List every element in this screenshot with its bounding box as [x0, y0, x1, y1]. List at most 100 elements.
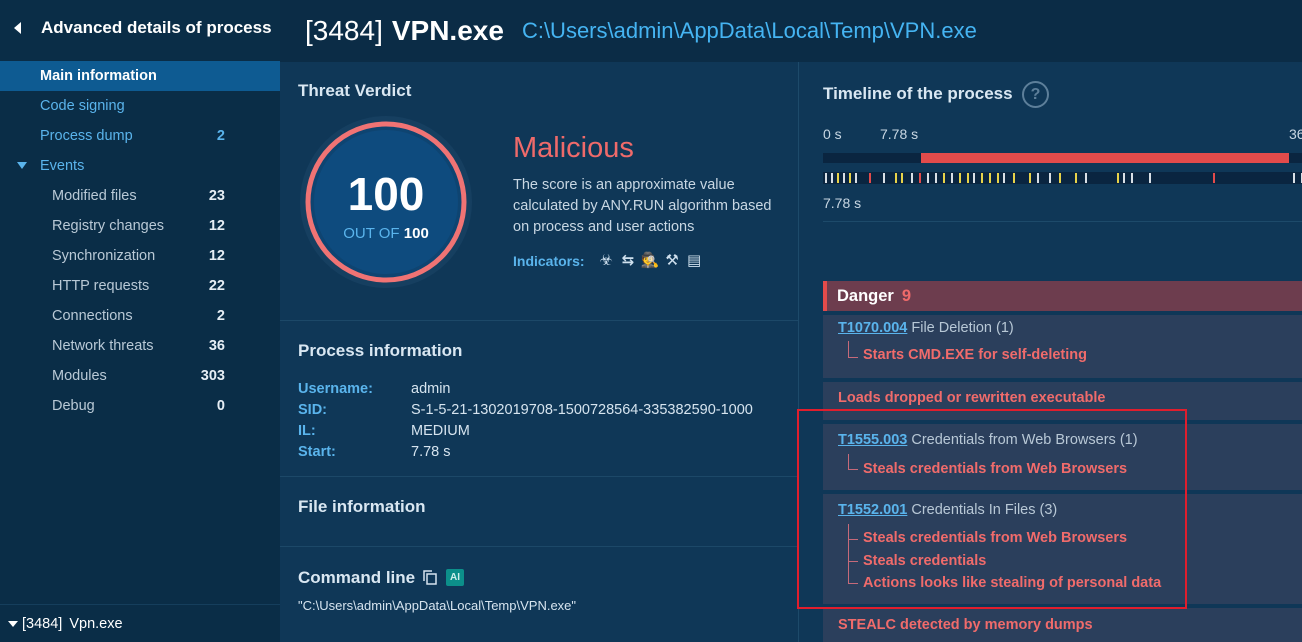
- sidebar: Advanced details of process Main informa…: [0, 0, 280, 642]
- header-process-name: VPN.exe: [391, 15, 504, 46]
- chevron-down-icon[interactable]: [8, 620, 18, 627]
- timeline-event-tick[interactable]: [1029, 173, 1031, 183]
- sidebar-item-label: Modified files: [52, 188, 137, 204]
- timeline-track[interactable]: [823, 153, 1302, 163]
- process-selector[interactable]: [3484] Vpn.exe: [0, 604, 280, 642]
- score-out-of: OUT OF 100: [299, 225, 473, 242]
- timeline-event-tick[interactable]: [895, 173, 897, 183]
- timeline-event-tick[interactable]: [951, 173, 953, 183]
- timeline-event-tick[interactable]: [1049, 173, 1051, 183]
- timeline-event-tick[interactable]: [1117, 173, 1119, 183]
- timeline-event-tick[interactable]: [981, 173, 983, 183]
- info-row-sid: SID: S-1-5-21-1302019708-1500728564-33538…: [298, 399, 753, 420]
- timeline-event-tick[interactable]: [927, 173, 929, 183]
- chevron-down-icon[interactable]: [17, 162, 27, 169]
- sidebar-item-label: Code signing: [40, 98, 125, 114]
- sidebar-item-count: 23: [208, 188, 225, 204]
- sidebar-item-process-dump[interactable]: Process dump 2: [0, 121, 280, 151]
- timeline-event-tick[interactable]: [843, 173, 845, 183]
- timeline-event-tick[interactable]: [943, 173, 945, 183]
- timeline-event-tick[interactable]: [1075, 173, 1077, 183]
- highlight-box: [797, 409, 1187, 609]
- timeline-event-tick[interactable]: [1149, 173, 1151, 183]
- timeline-event-tick[interactable]: [1003, 173, 1005, 183]
- sidebar-item-label: Connections: [52, 308, 133, 324]
- threat-verdict-title: Threat Verdict: [298, 81, 412, 100]
- indicators: Indicators: ☣ ⇆ 🕵 ⚒ ▤: [513, 251, 704, 270]
- technique-link[interactable]: T1070.004: [838, 320, 907, 336]
- verdict-label: Malicious: [513, 132, 634, 164]
- sidebar-item-http-requests[interactable]: HTTP requests 22: [0, 271, 280, 301]
- document-icon[interactable]: ▤: [685, 251, 704, 270]
- timeline-event-tick[interactable]: [973, 173, 975, 183]
- timeline-event-tick[interactable]: [935, 173, 937, 183]
- biohazard-icon[interactable]: ☣: [597, 251, 616, 270]
- timeline-bottom-label: 7.78 s: [823, 195, 862, 211]
- ai-button[interactable]: AI: [446, 569, 464, 586]
- sidebar-item-network-threats[interactable]: Network threats 36: [0, 331, 280, 361]
- header-path-link[interactable]: C:\Users\admin\AppData\Local\Temp\VPN.ex…: [522, 18, 977, 44]
- timeline-event-tick[interactable]: [1013, 173, 1015, 183]
- tools-icon[interactable]: ⚒: [663, 251, 682, 270]
- sidebar-item-modified-files[interactable]: Modified files 23: [0, 181, 280, 211]
- danger-item[interactable]: Starts CMD.EXE for self-deleting: [863, 347, 1087, 363]
- sidebar-item-main-information[interactable]: Main information: [0, 61, 280, 91]
- timeline-event-tick[interactable]: [901, 173, 903, 183]
- help-icon[interactable]: ?: [1022, 81, 1049, 108]
- sidebar-item-label: Process dump: [40, 128, 133, 144]
- sidebar-item-events[interactable]: Events: [0, 151, 280, 181]
- timeline-event-tick[interactable]: [837, 173, 839, 183]
- divider: [280, 476, 798, 477]
- timeline-event-tick[interactable]: [911, 173, 913, 183]
- sidebar-item-debug[interactable]: Debug 0: [0, 391, 280, 421]
- timeline-event-tick[interactable]: [1293, 173, 1295, 183]
- command-line-value: "C:\Users\admin\AppData\Local\Temp\VPN.e…: [298, 598, 577, 613]
- sidebar-item-modules[interactable]: Modules 303: [0, 361, 280, 391]
- timeline-event-tick[interactable]: [831, 173, 833, 183]
- info-row-start: Start: 7.78 s: [298, 441, 753, 462]
- timeline-event-tick[interactable]: [1059, 173, 1061, 183]
- timeline-events[interactable]: [823, 172, 1302, 184]
- exchange-icon[interactable]: ⇆: [619, 251, 638, 270]
- sidebar-item-connections[interactable]: Connections 2: [0, 301, 280, 331]
- timeline-event-tick[interactable]: [1085, 173, 1087, 183]
- timeline-event-tick[interactable]: [825, 173, 827, 183]
- sidebar-item-label: Main information: [40, 68, 157, 84]
- sidebar-item-count: 12: [208, 218, 225, 234]
- timeline-event-tick[interactable]: [1131, 173, 1133, 183]
- timeline-event-tick[interactable]: [855, 173, 857, 183]
- tree-branch: [848, 341, 858, 358]
- timeline-event-tick[interactable]: [869, 173, 871, 183]
- sidebar-header[interactable]: Advanced details of process: [0, 0, 280, 56]
- timeline-event-tick[interactable]: [1123, 173, 1125, 183]
- timeline-event-tick[interactable]: [959, 173, 961, 183]
- timeline-event-tick[interactable]: [919, 173, 921, 183]
- sidebar-item-label: Modules: [52, 368, 107, 384]
- sidebar-title: Advanced details of process: [41, 18, 272, 37]
- copy-icon[interactable]: [423, 570, 437, 585]
- timeline-title: Timeline of the process: [823, 84, 1013, 103]
- danger-header[interactable]: Danger 9: [823, 281, 1302, 311]
- timeline-event-tick[interactable]: [849, 173, 851, 183]
- process-header: [3484] VPN.exe C:\Users\admin\AppData\Lo…: [280, 0, 1302, 62]
- sidebar-item-synchronization[interactable]: Synchronization 12: [0, 241, 280, 271]
- sidebar-item-label: Network threats: [52, 338, 154, 354]
- back-arrow-icon[interactable]: [14, 22, 21, 34]
- danger-item[interactable]: STEALC detected by memory dumps: [838, 617, 1093, 633]
- timeline-event-tick[interactable]: [997, 173, 999, 183]
- danger-item[interactable]: Loads dropped or rewritten executable: [838, 390, 1106, 406]
- sidebar-item-code-signing[interactable]: Code signing: [0, 91, 280, 121]
- out-of-label: OUT OF: [343, 225, 400, 242]
- file-info-title[interactable]: File information: [298, 497, 426, 517]
- indicators-label: Indicators:: [513, 252, 585, 269]
- timeline-event-tick[interactable]: [989, 173, 991, 183]
- main-panel: Threat Verdict 100 OUT OF 100 Malicious …: [280, 62, 798, 642]
- timeline-start-label: 0 s: [823, 126, 842, 142]
- timeline-event-tick[interactable]: [1213, 173, 1215, 183]
- timeline-event-tick[interactable]: [883, 173, 885, 183]
- spy-icon[interactable]: 🕵: [641, 251, 660, 270]
- timeline-event-tick[interactable]: [967, 173, 969, 183]
- sidebar-item-count: 22: [208, 278, 225, 294]
- timeline-event-tick[interactable]: [1037, 173, 1039, 183]
- sidebar-item-registry-changes[interactable]: Registry changes 12: [0, 211, 280, 241]
